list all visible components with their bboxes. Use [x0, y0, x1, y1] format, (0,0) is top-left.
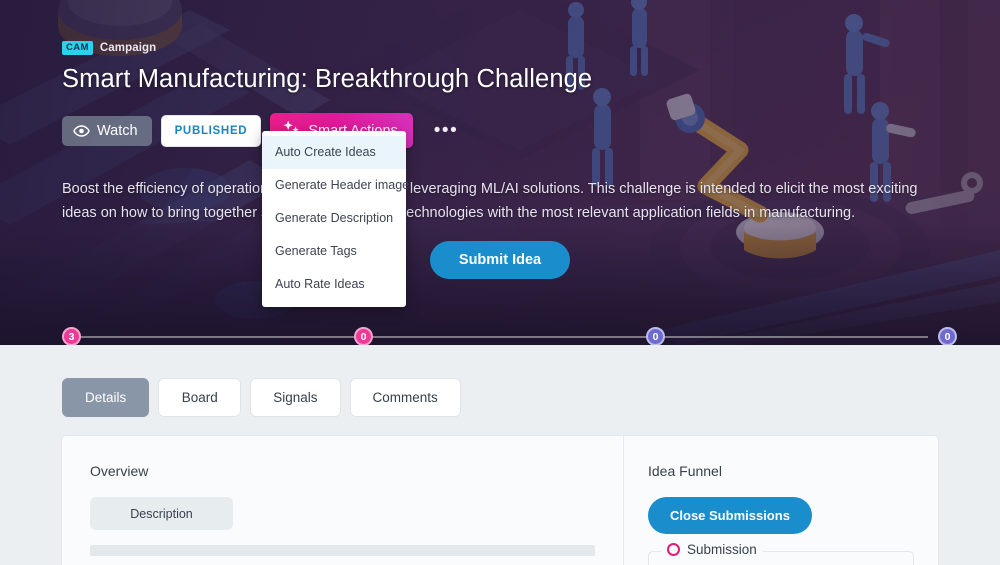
stage-count-badge: 3 [62, 327, 81, 345]
circle-outline-icon [667, 543, 680, 556]
content-skeleton-line [90, 545, 595, 556]
rail-line [72, 336, 928, 338]
close-submissions-button[interactable]: Close Submissions [648, 497, 812, 534]
watch-button[interactable]: Watch [62, 115, 152, 146]
dropdown-item-generate-tags[interactable]: Generate Tags [262, 235, 406, 268]
funnel-stage-legend: Submission [661, 542, 763, 557]
description-chip[interactable]: Description [90, 497, 233, 530]
page-body: Details Board Signals Comments Overview Des… [0, 345, 1000, 565]
idea-funnel-title: Idea Funnel [648, 463, 722, 479]
tab-details[interactable]: Details [62, 378, 150, 417]
breadcrumb: CAM Campaign [62, 0, 938, 55]
funnel-stage-box: Submission [648, 542, 914, 565]
stage-count-badge: 0 [938, 327, 957, 345]
campaign-type-label: Campaign [99, 42, 157, 54]
tab-board[interactable]: Board [158, 378, 242, 417]
campaign-description: Boost the efficiency of operations in ma… [62, 181, 918, 222]
overview-section: Overview Description [62, 436, 624, 565]
smart-actions-dropdown[interactable]: Auto Create Ideas Generate Header image Ge… [262, 131, 409, 307]
stage-count-badge: 0 [646, 327, 665, 345]
cam-badge: CAM [62, 41, 93, 55]
stage-count-badge: 0 [354, 327, 373, 345]
details-panel: Overview Description Idea Funnel Close S… [62, 436, 938, 565]
hero-banner: CAM Campaign Smart Manufacturing: Breakt… [0, 0, 1000, 345]
watch-button-label: Watch [97, 122, 138, 139]
idea-funnel-section: Idea Funnel Close Submissions Submission [624, 436, 938, 565]
eye-icon [73, 125, 90, 137]
tab-signals[interactable]: Signals [250, 378, 341, 417]
funnel-stage-label: Submission [687, 542, 757, 557]
tab-comments[interactable]: Comments [349, 378, 461, 417]
dropdown-item-generate-header-image[interactable]: Generate Header image [262, 169, 409, 202]
overview-title: Overview [90, 463, 149, 479]
page-title: Smart Manufacturing: Breakthrough Challe… [62, 65, 593, 93]
more-options-button[interactable]: ••• [426, 120, 466, 142]
submit-idea-button[interactable]: Submit Idea [429, 241, 571, 280]
dropdown-item-auto-create-ideas[interactable]: Auto Create Ideas [262, 136, 406, 169]
tab-bar: Details Board Signals Comments [62, 345, 938, 417]
dropdown-item-generate-description[interactable]: Generate Description [262, 202, 406, 235]
hero-action-row: Watch PUBLISHED Smart Actions ••• [62, 113, 938, 149]
dropdown-item-auto-rate-ideas[interactable]: Auto Rate Ideas [262, 268, 406, 301]
status-badge-published[interactable]: PUBLISHED [160, 114, 262, 147]
